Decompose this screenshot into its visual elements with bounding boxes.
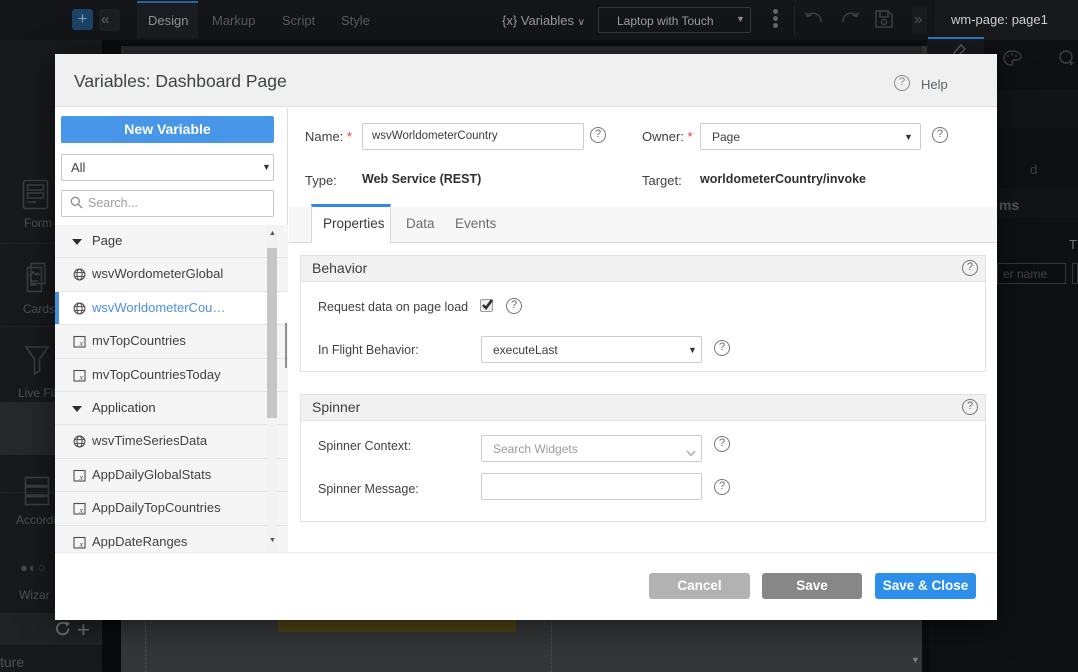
svg-text:x: x (79, 373, 84, 382)
svg-text:x: x (79, 506, 84, 515)
svg-text:x: x (79, 339, 84, 348)
svg-text:x: x (79, 540, 84, 549)
svg-text:x: x (79, 473, 84, 482)
